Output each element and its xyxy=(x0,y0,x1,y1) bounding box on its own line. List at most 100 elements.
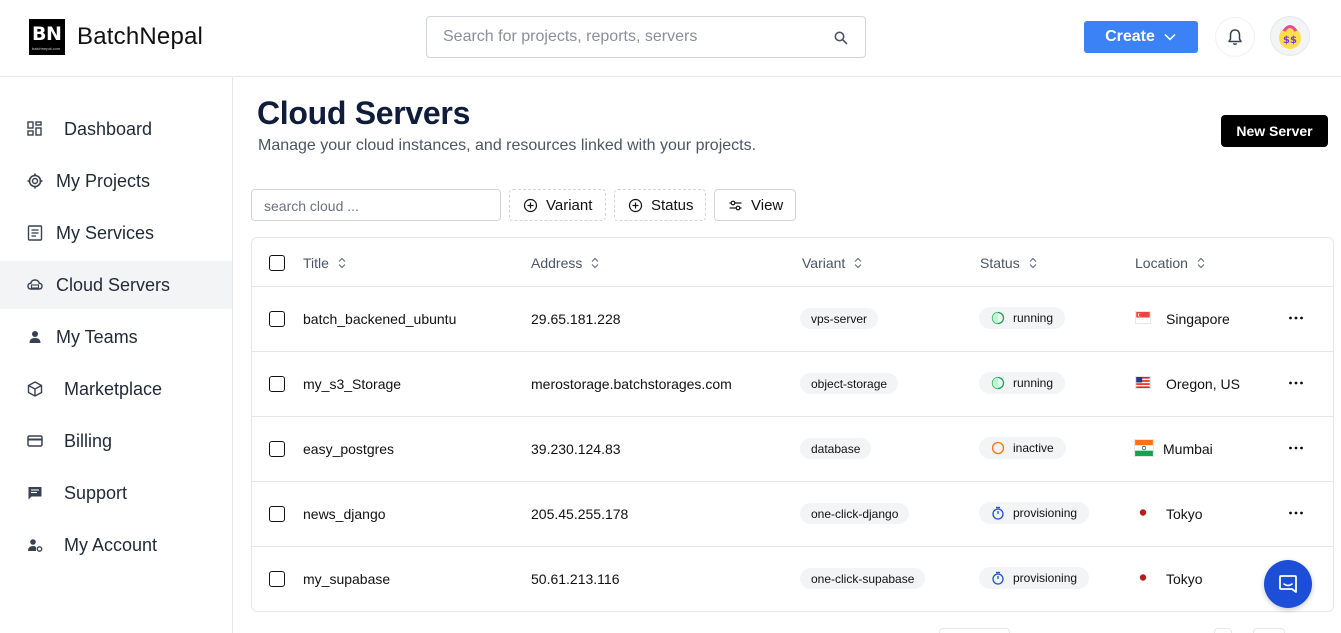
create-button-label: Create xyxy=(1105,28,1155,45)
chat-icon xyxy=(28,487,42,500)
user-settings-icon xyxy=(28,539,43,552)
cloud-icon xyxy=(27,279,43,290)
variant-badge: one-click-django xyxy=(800,503,910,524)
plus-circle-icon xyxy=(628,198,643,212)
column-header-label: Address xyxy=(531,255,583,271)
cube-icon xyxy=(27,381,43,397)
create-button[interactable]: Create xyxy=(1084,21,1198,53)
variant-filter-button[interactable]: Variant xyxy=(509,189,606,221)
more-options-icon[interactable] xyxy=(1287,504,1305,522)
page-title: Cloud Servers xyxy=(257,95,471,131)
list-box-icon xyxy=(27,225,43,241)
status-filter-label: Status xyxy=(651,196,694,214)
server-location: Tokyo xyxy=(1166,506,1203,522)
sidebar-item-my-projects[interactable]: My Projects xyxy=(0,157,232,205)
column-header-label: Status xyxy=(980,255,1020,271)
search-input[interactable] xyxy=(443,27,823,47)
more-options-icon[interactable] xyxy=(1287,374,1305,392)
variant-badge: vps-server xyxy=(800,308,879,329)
table-row[interactable]: my_supabase 50.61.213.116 one-click-supa… xyxy=(252,547,1333,612)
sidebar-item-label: Cloud Servers xyxy=(56,275,171,295)
status-badge: running xyxy=(979,307,1066,329)
sort-icon xyxy=(1197,257,1205,269)
variant-badge: one-click-supabase xyxy=(800,568,926,589)
person-icon xyxy=(29,331,41,343)
more-options-icon[interactable] xyxy=(1287,309,1305,327)
page-subtitle: Manage your cloud instances, and resourc… xyxy=(258,137,757,154)
status-badge: provisioning xyxy=(979,567,1090,589)
sidebar-item-label: Marketplace xyxy=(64,379,163,399)
cog-icon xyxy=(27,173,43,189)
view-options-button[interactable]: View xyxy=(714,189,796,221)
sidebar-item-my-account[interactable]: My Account xyxy=(0,521,232,569)
server-location: Mumbai xyxy=(1163,441,1213,457)
table-row[interactable]: batch_backened_ubuntu 29.65.181.228 vps-… xyxy=(252,287,1333,352)
rows-per-page-select[interactable] xyxy=(939,628,1010,633)
server-address: 50.61.213.116 xyxy=(531,571,620,587)
server-address: 205.45.255.178 xyxy=(531,506,629,522)
row-checkbox[interactable] xyxy=(269,441,285,457)
server-location: Singapore xyxy=(1166,311,1230,327)
column-header-address[interactable]: Address xyxy=(531,255,600,271)
sidebar-item-support[interactable]: Support xyxy=(0,469,232,517)
table-row[interactable]: easy_postgres 39.230.124.83 database ina… xyxy=(252,417,1333,482)
view-options-label: View xyxy=(751,196,784,214)
status-badge: provisioning xyxy=(979,502,1090,524)
pagination-button[interactable] xyxy=(1214,628,1232,633)
variant-filter-label: Variant xyxy=(546,196,593,214)
cloud-search-input[interactable] xyxy=(264,198,484,214)
status-label: provisioning xyxy=(1013,506,1078,520)
flag-singapore-icon xyxy=(1135,311,1151,324)
cloud-search-field[interactable] xyxy=(251,189,501,221)
sidebar-item-my-teams[interactable]: My Teams xyxy=(0,313,232,361)
select-all-checkbox[interactable] xyxy=(269,255,285,271)
more-options-icon[interactable] xyxy=(1287,439,1305,457)
server-location: Oregon, US xyxy=(1166,376,1240,392)
sidebar-item-label: My Account xyxy=(64,535,158,555)
variant-badge: database xyxy=(800,438,872,459)
sidebar-item-cloud-servers[interactable]: Cloud Servers xyxy=(0,261,232,309)
sort-icon xyxy=(1029,257,1037,269)
servers-table: Title Address Variant Status Location ba… xyxy=(251,237,1334,612)
sidebar-item-marketplace[interactable]: Marketplace xyxy=(0,365,232,413)
new-server-button[interactable]: New Server xyxy=(1221,115,1328,147)
search-icon[interactable] xyxy=(833,30,849,46)
sliders-icon xyxy=(729,200,742,210)
user-avatar[interactable]: $$ xyxy=(1270,16,1310,56)
status-filter-button[interactable]: Status xyxy=(614,189,706,221)
sidebar-item-my-services[interactable]: My Services xyxy=(0,209,232,257)
server-title: my_supabase xyxy=(303,571,391,587)
status-running-icon xyxy=(991,311,1005,325)
variant-badge: object-storage xyxy=(800,373,899,394)
notifications-button[interactable] xyxy=(1216,18,1254,56)
column-header-label: Variant xyxy=(802,255,846,271)
column-header-variant[interactable]: Variant xyxy=(802,255,863,271)
server-title: my_s3_Storage xyxy=(303,376,402,392)
column-header-label: Location xyxy=(1135,255,1188,271)
live-chat-button[interactable] xyxy=(1264,560,1312,608)
status-running-icon xyxy=(991,376,1005,390)
column-header-location[interactable]: Location xyxy=(1135,255,1206,271)
table-row[interactable]: my_s3_Storage merostorage.batchstorages.… xyxy=(252,352,1333,417)
column-header-title[interactable]: Title xyxy=(303,255,347,271)
row-checkbox[interactable] xyxy=(269,571,285,587)
pagination-button[interactable] xyxy=(1253,628,1285,633)
status-label: provisioning xyxy=(1013,571,1078,585)
sidebar-item-dashboard[interactable]: Dashboard xyxy=(0,105,232,153)
server-title: easy_postgres xyxy=(303,441,395,457)
row-checkbox[interactable] xyxy=(269,506,285,522)
row-checkbox[interactable] xyxy=(269,311,285,327)
column-header-status[interactable]: Status xyxy=(980,255,1038,271)
brand-logo[interactable]: BN batchnepal.com xyxy=(29,19,65,55)
table-header: Title Address Variant Status Location xyxy=(252,238,1333,287)
sidebar-item-billing[interactable]: Billing xyxy=(0,417,232,465)
top-header: BN batchnepal.com BatchNepal Create $$ xyxy=(0,0,1341,77)
server-address: merostorage.batchstorages.com xyxy=(531,376,732,392)
global-search[interactable] xyxy=(426,16,866,58)
avatar-image-icon: $$ xyxy=(1279,25,1301,49)
table-row[interactable]: news_django 205.45.255.178 one-click-dja… xyxy=(252,482,1333,547)
chevron-down-icon xyxy=(1164,33,1176,41)
status-label: running xyxy=(1013,376,1054,390)
row-checkbox[interactable] xyxy=(269,376,285,392)
server-title: news_django xyxy=(303,506,386,522)
